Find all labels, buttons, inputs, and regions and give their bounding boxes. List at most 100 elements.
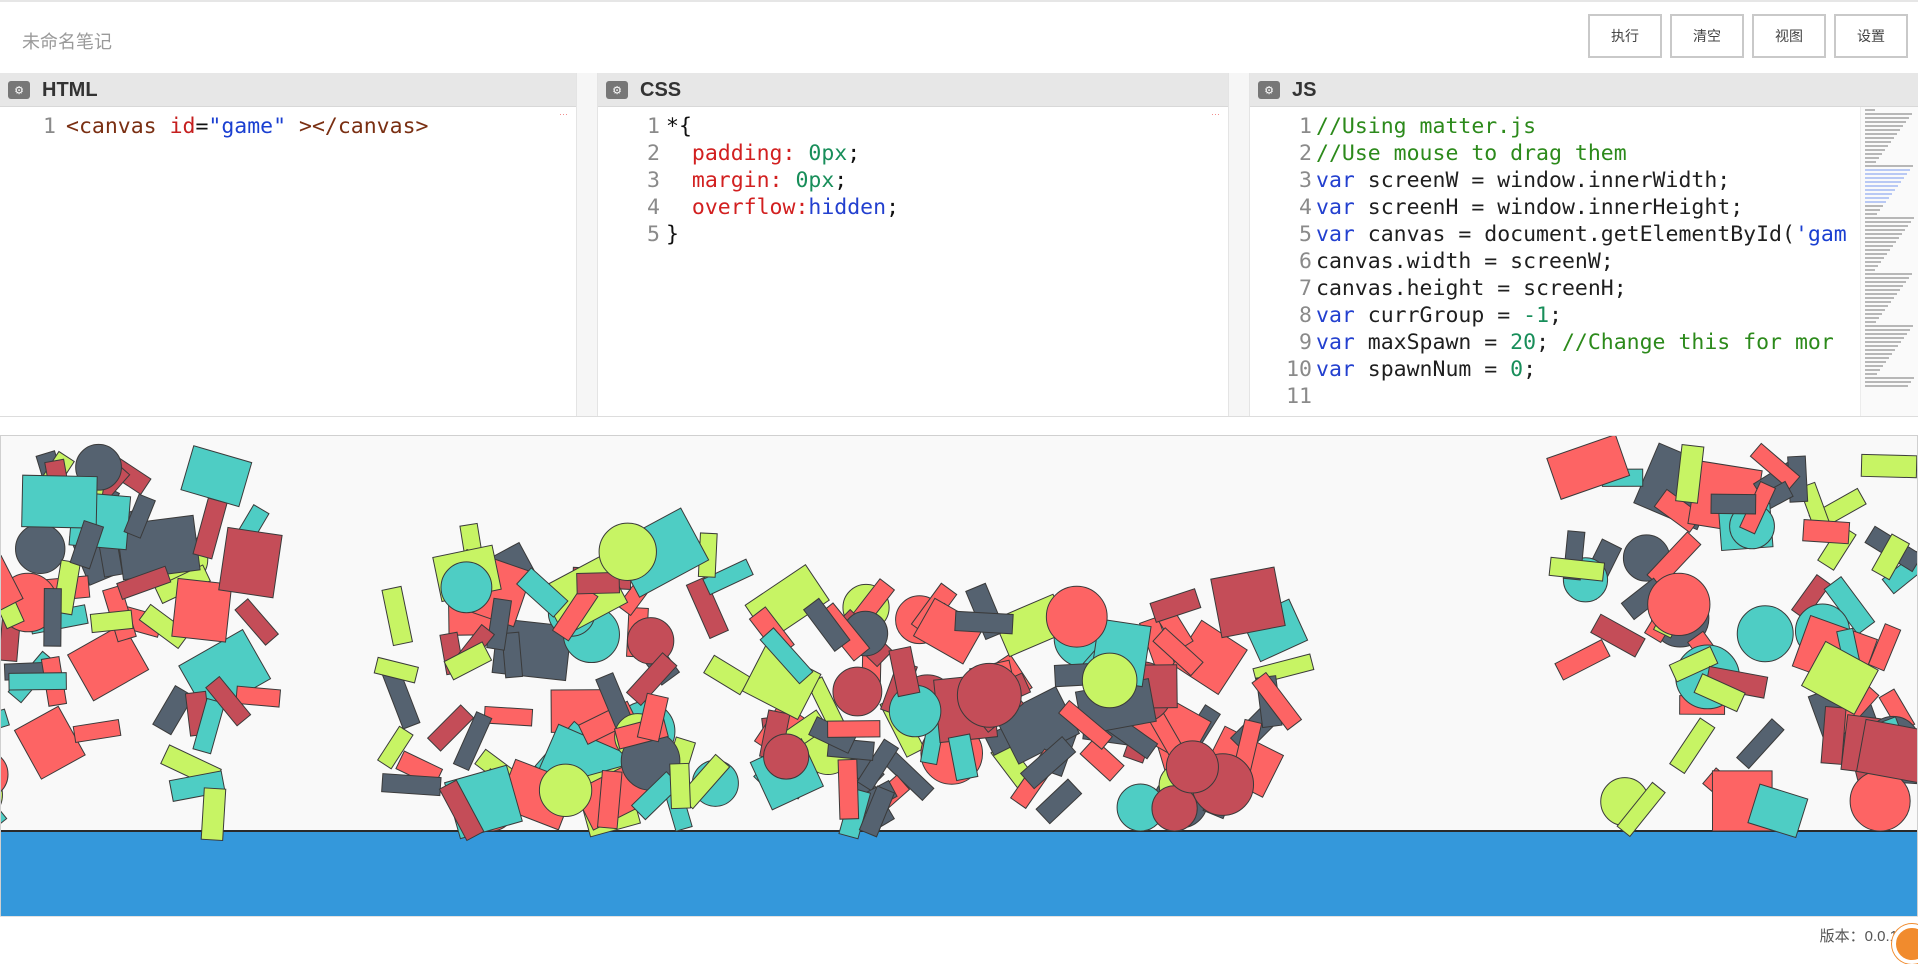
code-token: var xyxy=(1316,303,1368,328)
minimap-line xyxy=(1865,241,1896,243)
ragdoll-torso[interactable] xyxy=(1546,436,1631,500)
panel-splitter[interactable] xyxy=(576,73,598,416)
code-token: canvas = document.getElementById( xyxy=(1367,222,1795,247)
code-line: 3 var screenW = window.innerWidth; xyxy=(1250,167,1860,194)
code-token: ; xyxy=(1523,357,1537,382)
line-number: 5 xyxy=(1299,222,1312,247)
code-token: //Use mouse to drag them xyxy=(1316,141,1627,166)
minimap-line xyxy=(1865,281,1906,283)
physics-canvas[interactable] xyxy=(0,435,1918,931)
ragdoll-head[interactable] xyxy=(1165,740,1219,794)
minimap-line xyxy=(1865,373,1877,375)
ragdoll-head[interactable] xyxy=(1045,585,1108,648)
version-label: 版本：0.0.1 xyxy=(1819,928,1898,945)
line-number: 3 xyxy=(1299,168,1312,193)
panel-splitter[interactable] xyxy=(1228,73,1250,416)
ragdoll-head[interactable] xyxy=(1736,605,1794,663)
ragdoll-torso[interactable] xyxy=(13,705,86,780)
ragdoll-limb[interactable] xyxy=(235,685,282,708)
code-minimap[interactable] xyxy=(1860,107,1918,416)
view-button[interactable]: 视图 xyxy=(1752,14,1826,58)
minimap-line xyxy=(1865,313,1882,315)
ragdoll-head[interactable] xyxy=(1081,652,1138,709)
ragdoll-limb[interactable] xyxy=(200,787,227,842)
ragdoll-head[interactable] xyxy=(832,666,883,717)
ragdoll-limb[interactable] xyxy=(8,672,67,691)
preview-pane xyxy=(0,416,1918,931)
ragdoll-head[interactable] xyxy=(1647,572,1711,637)
code-token: hidden xyxy=(808,195,887,220)
gear-icon[interactable]: ⚙ xyxy=(1258,81,1280,99)
gear-icon[interactable]: ⚙ xyxy=(606,81,628,99)
minimap-line xyxy=(1865,145,1888,147)
gear-icon[interactable]: ⚙ xyxy=(8,81,30,99)
ragdoll-torso[interactable] xyxy=(218,526,283,599)
css-code-editor[interactable]: 1 *{2 padding: 0px; 3 margin: 0px; 4 overfl… xyxy=(598,113,1228,416)
minimap-line xyxy=(1865,261,1881,263)
line-number: 2 xyxy=(647,141,660,166)
ragdoll-limb[interactable] xyxy=(954,610,1014,635)
ragdoll-torso[interactable] xyxy=(21,474,98,529)
minimap-line xyxy=(1865,353,1892,355)
minimap-line xyxy=(1865,365,1883,367)
clear-button[interactable]: 清空 xyxy=(1670,14,1744,58)
minimap-line xyxy=(1865,233,1902,235)
corner-logo-icon[interactable] xyxy=(1892,924,1918,964)
minimap-line xyxy=(1865,109,1875,111)
ragdoll-limb[interactable] xyxy=(1554,639,1611,681)
ragdoll-limb[interactable] xyxy=(837,758,860,820)
ragdoll-limb[interactable] xyxy=(192,497,228,560)
minimap-line xyxy=(1865,297,1894,299)
minimap-line xyxy=(1865,121,1906,123)
ragdoll-head[interactable] xyxy=(440,561,493,614)
code-line: 5 var canvas = document.getElementById('g… xyxy=(1250,221,1860,248)
ragdoll-head[interactable] xyxy=(15,523,66,575)
js-code-editor[interactable]: 1//Using matter.js 2//Use mouse to drag t… xyxy=(1250,113,1860,416)
minimap-line xyxy=(1865,165,1913,167)
ragdoll-limb[interactable] xyxy=(72,718,122,743)
code-token: "game" xyxy=(208,114,287,139)
code-token: //Change this for mor xyxy=(1561,330,1834,355)
minimap-line xyxy=(1865,133,1897,135)
html-code-editor[interactable]: 1 <canvas id="game" ></canvas> xyxy=(0,113,576,416)
ragdoll-limb[interactable] xyxy=(381,585,414,647)
error-marker-icon: ··· xyxy=(1211,109,1220,119)
minimap-line xyxy=(1865,253,1887,255)
ragdoll-limb[interactable] xyxy=(381,773,442,797)
notebook-title[interactable]: 未命名笔记 xyxy=(22,28,112,54)
code-line: 4 var screenH = window.innerHeight; xyxy=(1250,194,1860,221)
minimap-line xyxy=(1865,269,1875,271)
physics-scene[interactable] xyxy=(1,436,1918,931)
ragdoll-torso[interactable] xyxy=(1210,566,1286,639)
ragdoll-torso[interactable] xyxy=(66,623,150,702)
minimap-line xyxy=(1865,381,1911,383)
ragdoll-head[interactable] xyxy=(956,662,1022,728)
ragdoll-limb[interactable] xyxy=(1035,778,1083,825)
ragdoll-head[interactable] xyxy=(538,763,593,817)
code-token: ; xyxy=(847,141,861,166)
code-token: maxSpawn = xyxy=(1367,330,1511,355)
minimap-line xyxy=(1865,125,1903,127)
run-button[interactable]: 执行 xyxy=(1588,14,1662,58)
ragdoll-limb[interactable] xyxy=(827,720,881,738)
line-number: 4 xyxy=(647,195,660,220)
ragdoll-head[interactable] xyxy=(598,522,657,581)
ragdoll-torso[interactable] xyxy=(180,445,253,508)
ragdoll-limb[interactable] xyxy=(1860,453,1917,479)
ragdoll-limb[interactable] xyxy=(483,705,534,727)
ragdoll-limb[interactable] xyxy=(1736,718,1785,770)
ragdoll-limb[interactable] xyxy=(43,588,62,647)
code-token: ></canvas> xyxy=(286,114,429,139)
settings-button[interactable]: 设置 xyxy=(1834,14,1908,58)
ragdoll-limb[interactable] xyxy=(1,708,10,743)
ragdoll-limb[interactable] xyxy=(1710,493,1757,515)
minimap-line xyxy=(1865,213,1877,215)
ragdoll-limb[interactable] xyxy=(1802,519,1851,545)
ragdoll-head[interactable] xyxy=(763,733,810,780)
ragdoll-limb[interactable] xyxy=(1669,717,1716,775)
ragdoll-limb[interactable] xyxy=(89,609,134,634)
minimap-line xyxy=(1865,285,1903,287)
code-token: var xyxy=(1316,168,1368,193)
ragdoll-limb[interactable] xyxy=(669,762,692,810)
code-token: padding: xyxy=(691,141,809,166)
